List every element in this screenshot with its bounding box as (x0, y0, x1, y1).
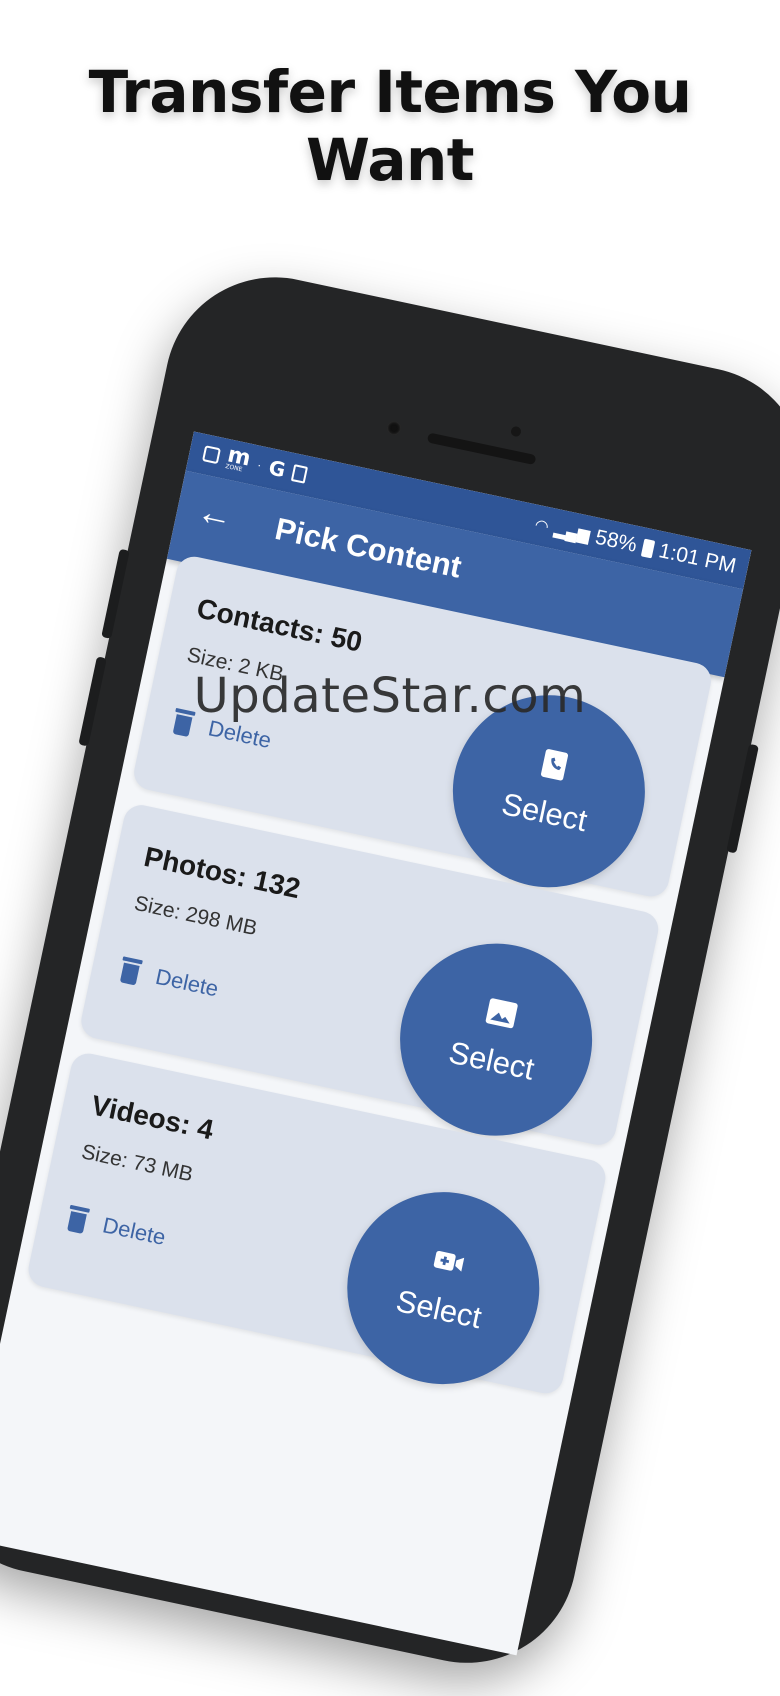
select-label: Select (393, 1283, 485, 1336)
contact-book-icon (541, 749, 569, 781)
mzone-icon: m ZONE (225, 442, 253, 474)
shopping-bag-icon (202, 445, 221, 465)
select-button[interactable]: Select (329, 1174, 558, 1402)
trash-icon (65, 1204, 91, 1235)
delete-button[interactable]: Delete (118, 956, 221, 1002)
earpiece-speaker (426, 432, 537, 466)
card-size: Size: 73 MB (79, 1140, 195, 1187)
card-title: Videos: 4 (88, 1089, 217, 1146)
card-size: Size: 298 MB (132, 891, 260, 941)
wifi-icon: ◠ (533, 516, 551, 537)
image-icon (485, 998, 518, 1029)
phone-body: m ZONE · G ◠ ▂▄▆ 58% 1:01 PM ← Pick Cont… (0, 256, 780, 1684)
video-camera-icon (433, 1250, 465, 1272)
select-button[interactable]: Select (382, 925, 610, 1154)
battery-percent: 58% (593, 525, 640, 557)
delete-label: Delete (100, 1212, 168, 1250)
battery-icon (640, 538, 656, 559)
phone-mockup: m ZONE · G ◠ ▂▄▆ 58% 1:01 PM ← Pick Cont… (0, 0, 780, 1684)
signal-icon: ▂▄▆ (552, 520, 592, 545)
power-button (726, 743, 759, 854)
front-camera (385, 419, 403, 437)
card-title: Photos: 132 (141, 840, 304, 905)
proximity-sensor (510, 425, 522, 438)
notification-dot: · (255, 457, 263, 473)
watermark: UpdateStar.com (193, 668, 587, 724)
delete-label: Delete (153, 963, 221, 1002)
delete-button[interactable]: Delete (65, 1204, 168, 1251)
google-icon: G (266, 455, 288, 483)
volume-up-button (101, 548, 130, 639)
select-label: Select (498, 786, 591, 839)
document-icon (291, 463, 309, 484)
select-label: Select (445, 1034, 538, 1087)
trash-icon (118, 956, 143, 986)
arrow-left-icon[interactable]: ← (194, 490, 238, 538)
